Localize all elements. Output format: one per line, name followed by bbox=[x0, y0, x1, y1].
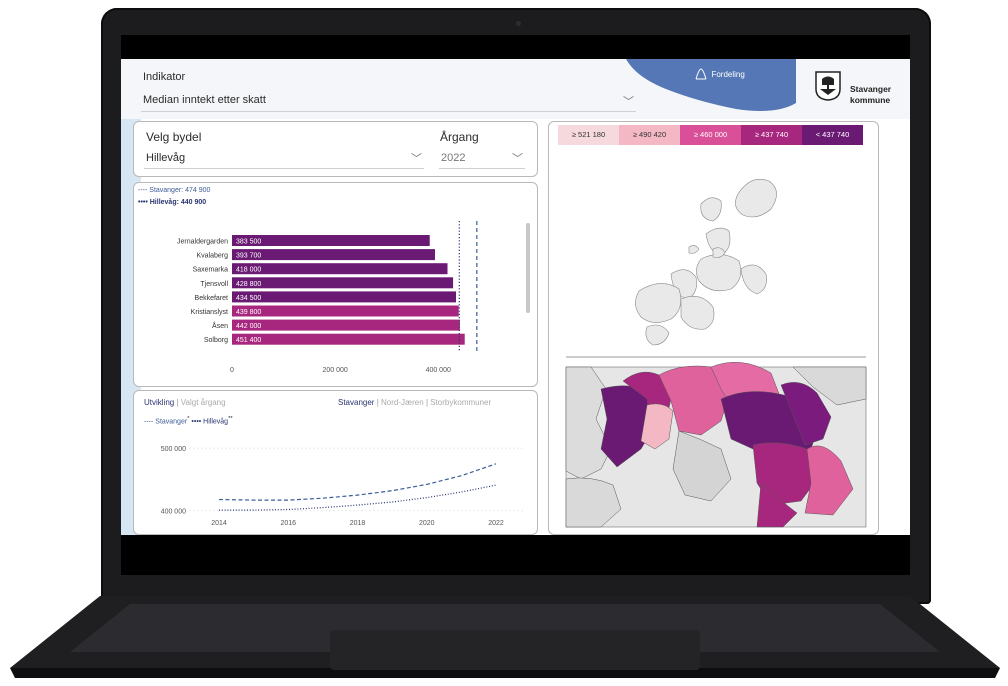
tab-nord-jaeren[interactable]: Nord-Jæren bbox=[381, 398, 424, 407]
dev-legend-stavanger: ---- Stavanger bbox=[144, 418, 188, 426]
x-tick-label: 0 bbox=[230, 367, 234, 374]
bar-category-label: Tjensvoll bbox=[200, 281, 228, 288]
dev-tabs-left: Utvikling | Valgt årgang bbox=[144, 398, 226, 407]
bar-value-label: 434 500 bbox=[236, 295, 261, 302]
brand-line1: Stavanger bbox=[850, 84, 892, 94]
bar-value-label: 442 000 bbox=[236, 323, 261, 330]
bar[interactable] bbox=[232, 291, 457, 303]
line-chart: 400 000 500 000 2014 2016 2018 2020 2022 bbox=[161, 446, 524, 527]
fordeling-label: Fordeling bbox=[711, 70, 745, 79]
bar-category-label: Kristianslyst bbox=[191, 309, 228, 316]
dev-legend-hillevag-sup: ** bbox=[228, 416, 233, 422]
legend-stavanger: ---- Stavanger: 474 900 bbox=[138, 187, 211, 194]
filter-panel: Velg bydel Hillevåg ﹀ Årgang 2022 ﹀ bbox=[133, 121, 538, 177]
x-tick-label: 400 000 bbox=[426, 367, 451, 374]
islands-map bbox=[635, 178, 777, 346]
year-label: Årgang bbox=[440, 130, 479, 144]
x-tick-label: 200 000 bbox=[322, 367, 347, 374]
bar-category-label: Jernaldergarden bbox=[177, 239, 228, 246]
map-legend-item[interactable]: ≥ 490 420 bbox=[619, 125, 680, 145]
bydel-label: Velg bydel bbox=[146, 130, 202, 144]
bar-value-label: 439 800 bbox=[236, 309, 261, 316]
bar-category-label: Bekkefaret bbox=[195, 295, 229, 302]
map-legend-item[interactable]: < 437 740 bbox=[802, 125, 863, 145]
brand-line2: kommune bbox=[850, 95, 891, 105]
y-tick-label: 500 000 bbox=[161, 446, 186, 453]
bar-chart-scrollbar[interactable] bbox=[526, 223, 530, 313]
bar-category-label: Åsen bbox=[212, 321, 228, 330]
bar-value-label: 383 500 bbox=[236, 239, 261, 246]
bar-category-label: Solborg bbox=[204, 337, 228, 344]
indikator-label: Indikator bbox=[143, 71, 186, 83]
bar-value-label: 418 000 bbox=[236, 267, 261, 274]
bar-category-label: Saxemarka bbox=[193, 267, 229, 274]
screen-bezel-bottom bbox=[121, 535, 910, 575]
trackpad bbox=[330, 630, 700, 670]
bar[interactable] bbox=[232, 235, 430, 246]
map-legend-item[interactable]: ≥ 460 000 bbox=[680, 125, 741, 145]
tab-valgt-argang[interactable]: Valgt årgang bbox=[181, 398, 226, 407]
year-select[interactable]: 2022 ﹀ bbox=[439, 148, 525, 169]
indikator-value: Median inntekt etter skatt bbox=[143, 94, 266, 106]
bar-category-label: Kvalaberg bbox=[196, 253, 228, 260]
x-tick-label: 2014 bbox=[211, 520, 227, 527]
bar[interactable] bbox=[232, 319, 460, 331]
year-value: 2022 bbox=[441, 152, 466, 164]
choropleth-map[interactable] bbox=[561, 149, 871, 529]
chevron-down-icon: ﹀ bbox=[512, 153, 523, 165]
map-legend-item[interactable]: ≥ 437 740 bbox=[741, 125, 802, 145]
dev-legend: ---- Stavanger* •••• Hillevåg** bbox=[144, 416, 233, 425]
bar-chart: Jernaldergarden 383 500 Kvalaberg 393 700 Sa… bbox=[177, 221, 478, 374]
dashboard-screen: Indikator Median inntekt etter skatt ﹀ F… bbox=[121, 59, 910, 535]
chevron-down-icon: ﹀ bbox=[623, 96, 634, 108]
bar-value-label: 451 400 bbox=[236, 337, 261, 344]
bar[interactable] bbox=[232, 263, 448, 275]
series-line bbox=[219, 484, 497, 511]
indikator-select[interactable]: Median inntekt etter skatt ﹀ bbox=[141, 91, 636, 112]
dev-tabs-right: Stavanger | Nord-Jæren | Storbykommuner bbox=[338, 398, 491, 407]
bar[interactable] bbox=[232, 333, 465, 345]
chevron-down-icon: ﹀ bbox=[411, 153, 422, 165]
fordeling-button[interactable]: Fordeling bbox=[695, 67, 745, 85]
bar[interactable] bbox=[232, 249, 435, 261]
development-panel: Utvikling | Valgt årgang Stavanger | Nor… bbox=[133, 390, 538, 535]
dev-legend-hillevag: •••• Hillevåg bbox=[189, 418, 229, 426]
stavanger-coat-of-arms-logo bbox=[815, 71, 841, 101]
bar[interactable] bbox=[232, 277, 454, 289]
map-legend-item[interactable]: ≥ 521 180 bbox=[558, 125, 619, 145]
camera-dot bbox=[516, 21, 521, 26]
bar-chart-panel: ---- Stavanger: 474 900 •••• Hillevåg: 4… bbox=[133, 182, 538, 387]
bydel-select[interactable]: Hillevåg ﹀ bbox=[144, 148, 424, 169]
distribution-icon bbox=[695, 68, 707, 80]
x-tick-label: 2016 bbox=[280, 520, 296, 527]
tab-separator: | bbox=[176, 398, 179, 407]
legend-hillevag: •••• Hillevåg: 440 900 bbox=[138, 199, 207, 206]
y-tick-label: 400 000 bbox=[161, 509, 186, 516]
bar[interactable] bbox=[232, 305, 459, 317]
bar-value-label: 393 700 bbox=[236, 253, 261, 260]
series-line bbox=[218, 463, 497, 501]
x-tick-label: 2022 bbox=[488, 520, 504, 527]
tab-stavanger[interactable]: Stavanger bbox=[338, 398, 374, 407]
tab-separator: | bbox=[376, 398, 379, 407]
tab-utvikling[interactable]: Utvikling bbox=[144, 398, 174, 407]
bydel-value: Hillevåg bbox=[146, 152, 186, 164]
x-tick-label: 2018 bbox=[350, 520, 366, 527]
x-tick-label: 2020 bbox=[419, 520, 435, 527]
mainland-map bbox=[565, 362, 867, 528]
bar-value-label: 428 800 bbox=[236, 281, 261, 288]
tab-separator: | bbox=[425, 398, 429, 407]
tab-storbykommuner[interactable]: Storbykommuner bbox=[430, 398, 491, 407]
screen-bezel-top bbox=[121, 35, 910, 59]
